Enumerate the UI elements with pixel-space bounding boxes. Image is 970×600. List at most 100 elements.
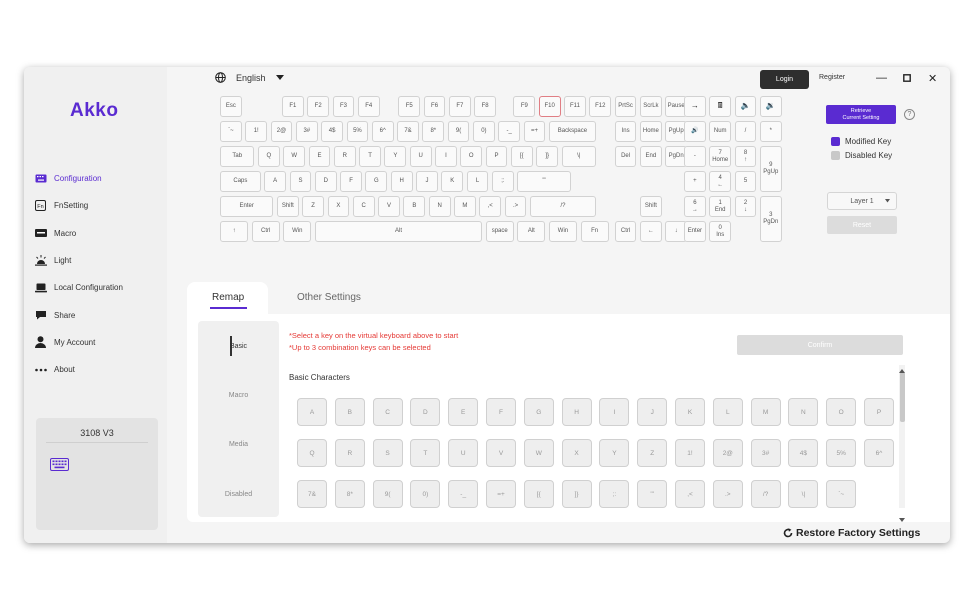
character-key[interactable]: -_ [448, 480, 479, 508]
help-icon[interactable]: ? [904, 109, 915, 120]
retrieve-current-setting-button[interactable]: Retrieve Current Setting [826, 105, 896, 124]
character-key[interactable]: Y [599, 439, 630, 467]
character-key[interactable]: M [750, 398, 781, 426]
character-key[interactable]: T [410, 439, 441, 467]
device-card[interactable]: 3108 V3 [36, 418, 158, 530]
minimize-button[interactable]: — [876, 72, 887, 84]
legend-label: Modified Key [845, 137, 892, 146]
character-key[interactable]: ;: [599, 480, 630, 508]
restore-factory-settings-button[interactable]: Restore Factory Settings [783, 527, 920, 539]
settings-tabs: Remap Other Settings [187, 280, 950, 318]
legend-modified: Modified Key [831, 137, 891, 146]
character-key[interactable]: S [372, 439, 403, 467]
character-key[interactable]: J [637, 398, 668, 426]
sidebar-item-about[interactable]: About [34, 356, 164, 383]
character-key[interactable]: O [826, 398, 857, 426]
sidebar-item-label: Light [54, 256, 72, 266]
character-key[interactable]: /? [750, 480, 781, 508]
character-key[interactable]: C [372, 398, 403, 426]
sidebar-item-fnsetting[interactable]: Fn FnSetting [34, 192, 164, 219]
character-key[interactable]: 7& [297, 480, 327, 508]
fn-icon: Fn [34, 199, 47, 212]
reset-button[interactable]: Reset [827, 216, 897, 234]
character-key[interactable]: 4$ [788, 439, 819, 467]
character-key[interactable]: R [334, 439, 365, 467]
character-key[interactable]: K [675, 398, 705, 426]
category-disabled[interactable]: Disabled [198, 491, 279, 498]
character-key[interactable]: .> [712, 480, 743, 508]
share-icon [34, 309, 47, 322]
character-key[interactable]: 8* [334, 480, 365, 508]
sidebar-item-label: FnSetting [54, 201, 89, 211]
language-selector[interactable]: English [215, 72, 284, 83]
character-key[interactable]: 5% [826, 439, 857, 467]
remap-panel: Basic Macro Media Disabled *Select a key… [187, 314, 950, 522]
character-key[interactable]: A [297, 398, 327, 426]
sidebar-item-my-account[interactable]: My Account [34, 329, 164, 356]
character-key[interactable]: W [523, 439, 554, 467]
sidebar-item-local-configuration[interactable]: Local Configuration [34, 274, 164, 301]
character-key[interactable]: Q [297, 439, 327, 467]
character-key[interactable]: 3# [750, 439, 781, 467]
sidebar-item-label: About [54, 365, 75, 375]
scrollbar-thumb[interactable] [900, 372, 905, 422]
character-key[interactable]: U [448, 439, 479, 467]
character-key[interactable]: 1! [675, 439, 705, 467]
character-key[interactable]: '" [637, 480, 668, 508]
scroll-down-icon[interactable] [899, 509, 905, 527]
character-key[interactable]: `~ [826, 480, 857, 508]
confirm-button[interactable]: Confirm [737, 335, 903, 355]
character-key[interactable]: E [448, 398, 479, 426]
character-key[interactable]: I [599, 398, 630, 426]
category-basic[interactable]: Basic [198, 343, 279, 350]
tab-other-settings[interactable]: Other Settings [297, 292, 361, 303]
section-label: Basic Characters [289, 373, 350, 382]
character-key[interactable]: 6^ [864, 439, 894, 467]
character-key[interactable]: ,< [675, 480, 705, 508]
sidebar-item-configuration[interactable]: Configuration [34, 165, 164, 192]
character-key[interactable]: [{ [523, 480, 554, 508]
tab-label: Remap [212, 292, 245, 303]
close-button[interactable]: ✕ [928, 72, 937, 85]
character-key[interactable]: F [486, 398, 516, 426]
legend-disabled: Disabled Key [831, 151, 892, 160]
layer-select[interactable]: Layer 1 [827, 192, 897, 210]
scroll-up-icon[interactable] [899, 360, 905, 378]
caret-down-icon [275, 74, 284, 81]
character-key[interactable]: 0) [410, 480, 441, 508]
character-key[interactable]: B [334, 398, 365, 426]
maximize-button[interactable] [903, 74, 911, 85]
hint-combination: *Up to 3 combination keys can be selecte… [289, 343, 431, 352]
hint-select-key: *Select a key on the virtual keyboard ab… [289, 331, 459, 340]
register-link[interactable]: Register [819, 74, 845, 81]
character-key[interactable]: N [788, 398, 819, 426]
character-key[interactable]: G [523, 398, 554, 426]
character-key[interactable]: 2@ [712, 439, 743, 467]
sidebar-item-light[interactable]: Light [34, 247, 164, 274]
character-key[interactable]: D [410, 398, 441, 426]
character-key[interactable]: Z [637, 439, 668, 467]
keyboard-device-icon [50, 458, 69, 476]
character-key[interactable]: \| [788, 480, 819, 508]
character-key[interactable]: V [486, 439, 516, 467]
character-key[interactable]: L [712, 398, 743, 426]
character-key[interactable]: =+ [486, 480, 516, 508]
title-bar: English Login Register — ✕ [167, 67, 950, 92]
keyboard-icon [34, 172, 47, 185]
legend-swatch [831, 137, 840, 146]
category-media[interactable]: Media [198, 441, 279, 448]
character-key[interactable]: X [561, 439, 592, 467]
login-button[interactable]: Login [760, 70, 809, 89]
character-key[interactable]: ]} [561, 480, 592, 508]
sidebar-item-share[interactable]: Share [34, 301, 164, 328]
divider [46, 442, 148, 443]
character-key[interactable]: P [864, 398, 894, 426]
tab-remap[interactable]: Remap [187, 282, 268, 318]
more-dots-icon [34, 363, 47, 376]
character-key[interactable]: 9( [372, 480, 403, 508]
sidebar-nav: Configuration Fn FnSetting Macro Light L… [34, 165, 164, 383]
character-key[interactable]: H [561, 398, 592, 426]
category-macro[interactable]: Macro [198, 392, 279, 399]
refresh-icon [783, 528, 793, 538]
sidebar-item-macro[interactable]: Macro [34, 220, 164, 247]
